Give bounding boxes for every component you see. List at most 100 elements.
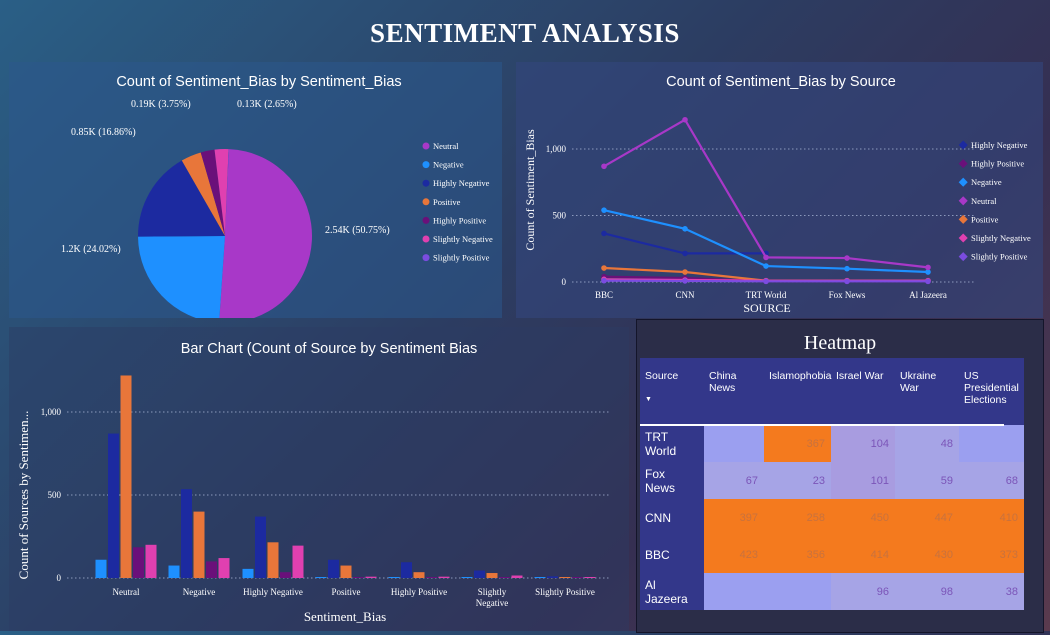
pie-data-label: 0.19K (3.75%) [131,99,191,110]
legend-swatch [422,142,430,150]
x-tick-label: Fox News [829,290,866,300]
line-chart-panel[interactable]: Count of Sentiment_Bias by Source 0 500 1,… [516,62,1043,318]
bar-trt-world [438,576,450,578]
header-divider [640,424,1004,426]
data-point [844,278,850,285]
bar-fox-news [206,561,217,578]
pie-chart-panel[interactable]: Count of Sentiment_Bias by Sentiment_Bia… [9,62,502,323]
x-tick-label: CNN [675,290,695,300]
data-point [682,226,688,232]
y-axis-title: Count of Sources by Sentimen... [16,411,31,580]
heatmap-cell: 23 [764,462,831,499]
bar-bbc [108,433,119,578]
heatmap-cell: 447 [895,499,959,536]
heatmap-cell: 423 [704,536,764,573]
sort-down-icon[interactable]: ▼ [645,396,700,403]
y-axis-title: Count of Sentiment_Bias [523,129,537,251]
heatmap-column-header[interactable]: Islamophobia [764,358,831,425]
legend-swatch [422,179,430,187]
bar-al-jazeera [461,577,473,578]
heatmap-row: Al Jazeera 96 98 38 [640,573,1024,610]
data-point [763,263,769,269]
bar-bbc [401,562,412,578]
x-tick-label: Negative [183,587,215,597]
bar-trt-world [365,576,377,578]
heatmap-cell: 67 [704,462,764,499]
bar-fox-news [280,572,291,578]
x-tick-label: Slightly Positive [535,587,595,597]
bar-chart-panel[interactable]: Bar Chart (Count of Source by Sentiment … [9,327,629,631]
legend-label: Positive [971,214,999,224]
pie-chart: Count of Sentiment_Bias by Sentiment_Bia… [61,74,493,323]
legend-label: Negative [971,177,1002,187]
heatmap-cell: 367 [764,425,831,462]
page-title: SENTIMENT ANALYSIS [370,18,680,48]
heatmap-cell: 101 [831,462,895,499]
data-point [601,163,607,170]
heatmap-row-label: Al Jazeera [640,573,704,610]
y-tick-label: 500 [48,490,62,500]
bar-al-jazeera [315,577,327,578]
heatmap-column-header[interactable]: US Presidential Elections [959,358,1024,425]
bar-fox-news [572,577,583,578]
legend-label: Neutral [433,141,459,151]
legend-swatch [958,140,968,150]
heatmap-column-header[interactable]: Ukraine War [895,358,959,425]
legend-swatch [958,196,968,206]
heatmap-cell: 68 [959,462,1024,499]
bar-al-jazeera [95,559,107,578]
bar-fox-news [499,577,510,578]
heatmap-body: TRT World 367 104 48 Fox News 67 23 101 59 68 CNN 3… [640,425,1024,610]
x-tick-label: BBC [595,290,613,300]
heatmap-panel[interactable]: Heatmap Source ▼ China News Islamophobia I… [636,319,1044,633]
legend-label: Highly Positive [971,159,1024,169]
bar-fox-news [133,547,144,578]
x-tick-label: Highly Negative [243,587,303,597]
legend-label: Highly Negative [433,178,490,188]
heatmap-cell: 410 [959,499,1024,536]
data-point [763,278,769,285]
legend-label: Highly Negative [971,140,1028,150]
bar-trt-world [292,545,304,578]
data-point [925,278,931,285]
line-chart: Count of Sentiment_Bias by Source 0 500 1,… [523,74,1031,315]
bar-al-jazeera [242,568,254,578]
bar-cnn [340,565,352,578]
heatmap-title: Heatmap [803,332,877,354]
pie-chart-title: Count of Sentiment_Bias by Sentiment_Bia… [116,74,401,90]
y-tick-label: 500 [553,211,567,221]
pie-slice-negative [138,236,225,323]
heatmap-row-label: TRT World [640,425,704,462]
legend-swatch [422,216,430,224]
data-point [844,265,850,272]
data-point [763,254,769,261]
bar-al-jazeera [168,565,180,578]
legend-label: Slightly Negative [433,234,493,244]
heatmap-cell: 104 [831,425,895,462]
legend-swatch [422,161,430,169]
heatmap-cell: 98 [895,573,959,610]
line-chart-title: Count of Sentiment_Bias by Source [666,74,896,90]
heatmap-row-label: BBC [640,536,704,573]
legend-swatch [958,214,968,224]
bar-bbc [474,570,485,578]
x-axis-title: Sentiment_Bias [304,609,386,624]
x-tick-label: Highly Positive [391,587,447,597]
heatmap-row-header[interactable]: Source ▼ [640,358,704,425]
bar-cnn [120,375,132,578]
pie-data-label: 0.13K (2.65%) [237,99,297,110]
bar-bbc [255,516,266,578]
heatmap-cell: 430 [895,536,959,573]
legend-swatch [422,198,430,206]
bar-al-jazeera [534,577,546,578]
bar-cnn [267,542,279,578]
heatmap-row: TRT World 367 104 48 [640,425,1024,462]
pie-slice-neutral [219,149,312,323]
bar-chart-title: Bar Chart (Count of Source by Sentiment … [181,341,478,357]
heatmap-cell: 373 [959,536,1024,573]
heatmap-column-header[interactable]: China News [704,358,764,425]
bar-bbc [547,576,558,578]
data-point [682,116,688,123]
heatmap-column-header[interactable]: Israel War [831,358,895,425]
data-point [601,230,607,237]
